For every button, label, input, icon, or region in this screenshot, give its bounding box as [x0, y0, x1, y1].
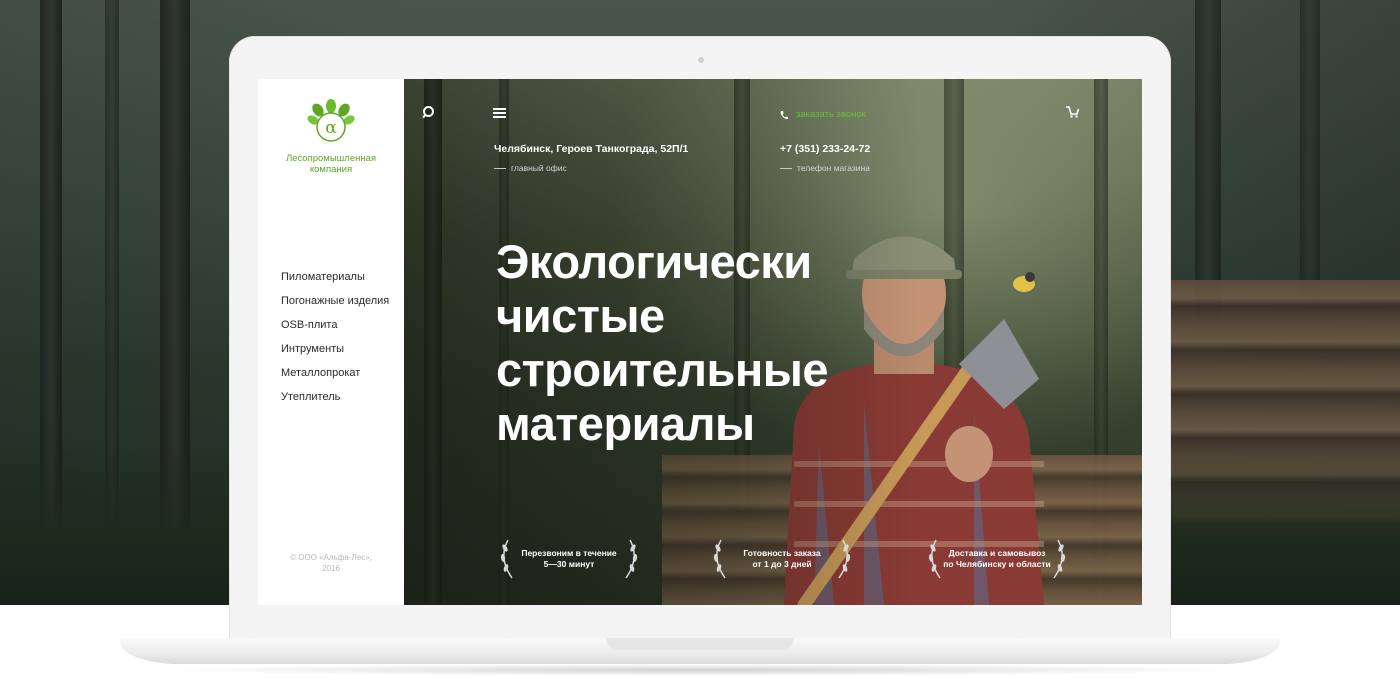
feature-order-readiness: Готовность заказа от 1 до 3 дней — [707, 534, 857, 584]
feature-delivery: Доставка и самовывоз по Челябинску и обл… — [922, 534, 1072, 584]
feature-text: Готовность заказа от 1 до 3 дней — [707, 548, 857, 569]
company-tagline-line2: компания — [309, 164, 353, 175]
laptop-base — [120, 638, 1280, 664]
cart-icon[interactable] — [1066, 105, 1079, 118]
copyright: © ООО «Альфа-Лес», 2016 — [258, 552, 404, 574]
company-tagline: Лесопромышленная компания — [258, 153, 404, 175]
alpha-les-logo[interactable]: α — [306, 97, 356, 147]
nav-item-osb[interactable]: OSB-плита — [281, 318, 389, 342]
main-nav: Пиломатериалы Погонажные изделия OSB-пли… — [281, 270, 389, 414]
feature-text: Перезвоним в течение 5—30 минут — [494, 548, 644, 569]
camera-dot — [698, 57, 704, 63]
phone-icon — [780, 111, 788, 120]
search-icon[interactable] — [422, 105, 436, 119]
company-tagline-line1: Лесопромышленная — [285, 153, 377, 164]
office-caption-text: главный офис — [511, 163, 567, 173]
hero-section: заказать звонок Челябинск, Героев Танког… — [404, 79, 1142, 605]
feature-line2: от 1 до 3 дней — [752, 558, 812, 569]
office-address: Челябинск, Героев Танкограда, 52П/1 — [494, 143, 689, 155]
callback-link[interactable]: заказать звонок — [796, 109, 866, 120]
feature-line1: Перезвоним в течение — [521, 548, 617, 558]
nav-item-insulation[interactable]: Утеплитель — [281, 390, 389, 414]
office-caption: главный офис — [494, 163, 567, 173]
svg-text:α: α — [325, 118, 337, 138]
feature-line1: Готовность заказа — [743, 548, 821, 558]
feature-callback-time: Перезвоним в течение 5—30 минут — [494, 534, 644, 584]
headline-line1: Экологически — [496, 235, 812, 288]
headline-line2: чистые — [496, 289, 665, 342]
copyright-line2: 2016 — [322, 564, 340, 573]
nav-item-tools[interactable]: Интрументы — [281, 342, 389, 366]
feature-line1: Доставка и самовывоз — [948, 548, 1046, 558]
headline-line3: строительные — [496, 343, 829, 396]
nav-item-lumber[interactable]: Пиломатериалы — [281, 270, 389, 294]
nav-item-metal[interactable]: Металлопрокат — [281, 366, 389, 390]
website-screen: α Лесопромышленная компания Пиломатериал… — [258, 79, 1142, 605]
nav-item-moldings[interactable]: Погонажные изделия — [281, 294, 389, 318]
copyright-line1: © ООО «Альфа-Лес», — [290, 553, 372, 562]
sidebar: α Лесопромышленная компания Пиломатериал… — [258, 79, 404, 605]
feature-line2: 5—30 минут — [543, 558, 595, 569]
phone-caption: телефон магазина — [780, 163, 870, 173]
feature-line2: по Челябинску и области — [943, 558, 1051, 569]
hero-headline: Экологически чистые строительные материа… — [496, 235, 876, 451]
store-phone[interactable]: +7 (351) 233-24-72 — [780, 143, 870, 155]
phone-caption-text: телефон магазина — [797, 163, 870, 173]
feature-text: Доставка и самовывоз по Челябинску и обл… — [922, 548, 1072, 569]
menu-icon[interactable] — [493, 108, 506, 118]
headline-line4: материалы — [496, 397, 755, 450]
